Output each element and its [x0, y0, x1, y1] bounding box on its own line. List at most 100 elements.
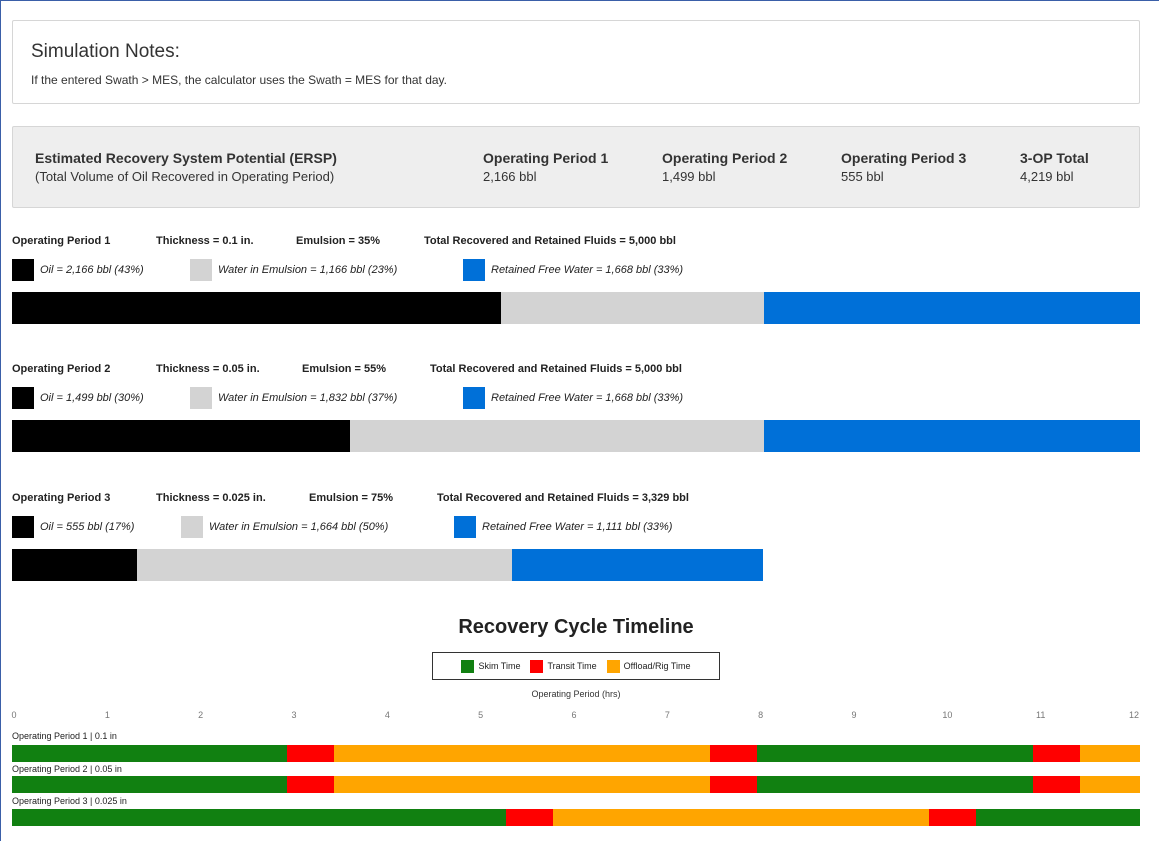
emulsion-swatch: [181, 516, 203, 538]
legend-oil: Oil = 2,166 bbl (43%): [12, 259, 144, 281]
timeline-segment-skim: [12, 776, 288, 793]
skim-swatch: [461, 659, 475, 673]
offload-swatch: [606, 659, 620, 673]
free-water-swatch: [463, 259, 485, 281]
timeline-segment-skim: [12, 745, 288, 762]
op-name: Operating Period 1: [12, 235, 111, 247]
ersp-col-op3: Operating Period 3 555 bbl: [841, 150, 966, 184]
timeline-segment-transit: [1032, 745, 1080, 762]
timeline-row-label: Operating Period 3 | 0.025 in: [12, 796, 127, 806]
ersp-col-header: 3-OP Total: [1020, 150, 1089, 166]
ersp-col-value: 555 bbl: [841, 169, 884, 184]
legend-free-water: Retained Free Water = 1,111 bbl (33%): [454, 516, 672, 538]
legend-oil: Oil = 1,499 bbl (30%): [12, 387, 144, 409]
emulsion-swatch: [190, 259, 212, 281]
timeline-row-op1: [12, 745, 1140, 762]
operating-period-1-section: Operating Period 1 Thickness = 0.1 in. E…: [0, 235, 1159, 330]
transit-swatch: [530, 659, 544, 673]
ersp-label-sub: (Total Volume of Oil Recovered in Operat…: [35, 169, 335, 184]
legend-oil-label: Oil = 555 bbl (17%): [40, 521, 135, 533]
simulation-notes-panel: Simulation Notes: If the entered Swath >…: [12, 20, 1140, 104]
ersp-label-main: Estimated Recovery System Potential (ERS…: [35, 150, 337, 166]
notes-title: Simulation Notes:: [31, 41, 180, 62]
timeline-segment-transit: [710, 745, 758, 762]
operating-period-3-section: Operating Period 3 Thickness = 0.025 in.…: [0, 492, 1159, 587]
bar-segment-free-water: [763, 292, 1140, 324]
legend-skim-label: Skim Time: [478, 661, 521, 671]
oil-swatch: [12, 387, 34, 409]
notes-text: If the entered Swath > MES, the calculat…: [31, 73, 447, 87]
op-total-fluids: Total Recovered and Retained Fluids = 5,…: [424, 235, 676, 247]
timeline-segment-transit: [287, 745, 335, 762]
legend-free-water: Retained Free Water = 1,668 bbl (33%): [463, 259, 683, 281]
operating-period-2-section: Operating Period 2 Thickness = 0.05 in. …: [0, 363, 1159, 458]
legend-transit-label: Transit Time: [547, 661, 597, 671]
legend-skim: Skim Time: [461, 659, 521, 673]
timeline-segment-offload: [1079, 776, 1140, 793]
timeline-legend: Skim Time Transit Time Offload/Rig Time: [432, 652, 720, 680]
axis-tick-label: 8: [758, 710, 764, 720]
ersp-col-header: Operating Period 1: [483, 150, 609, 166]
legend-emulsion-label: Water in Emulsion = 1,664 bbl (50%): [209, 521, 389, 533]
window-border-top: [0, 0, 1159, 1]
legend-free-water: Retained Free Water = 1,668 bbl (33%): [463, 387, 683, 409]
legend-oil-label: Oil = 2,166 bbl (43%): [40, 264, 144, 276]
timeline-segment-transit: [929, 809, 977, 826]
op1-stacked-bar: [12, 292, 1140, 324]
ersp-col-op2: Operating Period 2 1,499 bbl: [662, 150, 787, 184]
bar-segment-emulsion: [137, 549, 513, 581]
legend-oil: Oil = 555 bbl (17%): [12, 516, 134, 538]
timeline-axis-label: Operating Period (hrs): [531, 689, 621, 699]
timeline-segment-offload: [553, 809, 930, 826]
emulsion-swatch: [190, 387, 212, 409]
timeline-segment-transit: [287, 776, 335, 793]
timeline-segment-offload: [334, 776, 711, 793]
ersp-col-value: 4,219 bbl: [1020, 169, 1074, 184]
ersp-col-op1: Operating Period 1 2,166 bbl: [483, 150, 608, 184]
timeline-segment-offload: [1079, 745, 1140, 762]
axis-tick-label: 11: [1035, 710, 1046, 720]
op-total-fluids: Total Recovered and Retained Fluids = 3,…: [437, 492, 689, 504]
legend-emulsion-label: Water in Emulsion = 1,832 bbl (37%): [218, 392, 398, 404]
legend-free-water-label: Retained Free Water = 1,668 bbl (33%): [491, 392, 684, 404]
timeline-row-label: Operating Period 1 | 0.1 in: [12, 731, 117, 741]
free-water-swatch: [463, 387, 485, 409]
bar-segment-emulsion: [500, 292, 764, 324]
op-name: Operating Period 3: [12, 492, 111, 504]
ersp-col-header: Operating Period 3: [841, 150, 967, 166]
legend-emulsion: Water in Emulsion = 1,166 bbl (23%): [190, 259, 397, 281]
bar-segment-free-water: [512, 549, 763, 581]
timeline-segment-offload: [334, 745, 711, 762]
op3-stacked-bar: [12, 549, 763, 581]
timeline-row-op2: [12, 776, 1140, 793]
legend-free-water-label: Retained Free Water = 1,111 bbl (33%): [482, 521, 673, 533]
timeline-segment-skim: [757, 745, 1033, 762]
ersp-label: Estimated Recovery System Potential (ERS…: [35, 150, 337, 184]
axis-tick-label: 7: [664, 710, 670, 720]
ersp-col-value: 1,499 bbl: [662, 169, 716, 184]
axis-tick-label: 6: [571, 710, 577, 720]
axis-tick-label: 1: [104, 710, 110, 720]
timeline-row-op3: [12, 809, 1140, 826]
axis-tick-label: 3: [291, 710, 297, 720]
timeline-row-label: Operating Period 2 | 0.05 in: [12, 764, 122, 774]
op-thickness: Thickness = 0.1 in.: [156, 235, 254, 247]
bar-segment-oil: [12, 292, 501, 324]
timeline-segment-skim: [976, 809, 1140, 826]
bar-segment-free-water: [763, 420, 1140, 452]
timeline-title: Recovery Cycle Timeline: [458, 616, 694, 638]
axis-tick-label: 9: [851, 710, 857, 720]
bar-segment-oil: [12, 549, 138, 581]
op-emulsion: Emulsion = 55%: [302, 363, 387, 375]
legend-emulsion: Water in Emulsion = 1,832 bbl (37%): [190, 387, 397, 409]
oil-swatch: [12, 516, 34, 538]
free-water-swatch: [454, 516, 476, 538]
axis-tick-label: 0: [11, 710, 17, 720]
oil-swatch: [12, 259, 34, 281]
op-emulsion: Emulsion = 75%: [309, 492, 394, 504]
op-thickness: Thickness = 0.05 in.: [156, 363, 260, 375]
legend-offload-label: Offload/Rig Time: [623, 661, 691, 671]
timeline-segment-transit: [1032, 776, 1080, 793]
legend-oil-label: Oil = 1,499 bbl (30%): [40, 392, 144, 404]
axis-tick-label: 4: [384, 710, 390, 720]
